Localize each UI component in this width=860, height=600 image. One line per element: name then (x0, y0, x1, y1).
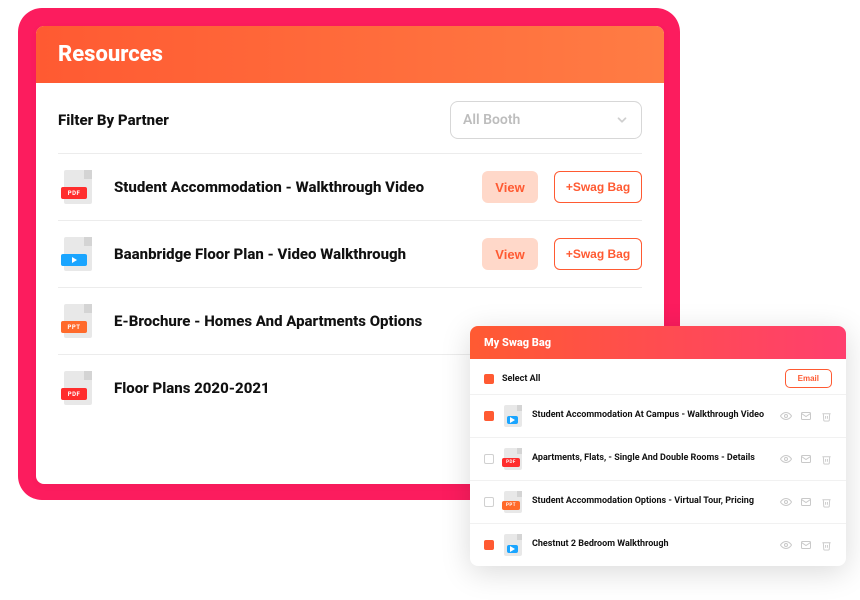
resource-row: PDF Student Accommodation - Walkthrough … (36, 154, 664, 220)
delete-icon[interactable] (820, 453, 832, 465)
swag-item-title: Apartments, Flats, - Single And Double R… (532, 453, 770, 465)
pdf-file-icon: PDF (64, 371, 92, 405)
ppt-file-icon: PPT (64, 304, 92, 338)
delete-icon[interactable] (820, 496, 832, 508)
email-icon[interactable] (800, 496, 812, 508)
delete-icon[interactable] (820, 410, 832, 422)
swag-item-title: Student Accommodation Options - Virtual … (532, 496, 770, 508)
item-checkbox[interactable] (484, 497, 494, 507)
video-file-icon (504, 405, 522, 427)
view-icon[interactable] (780, 539, 792, 551)
ppt-file-icon: PPT (504, 491, 522, 513)
resource-title: Student Accommodation - Walkthrough Vide… (114, 177, 466, 197)
view-button[interactable]: View (482, 238, 538, 270)
item-checkbox[interactable] (484, 540, 494, 550)
swag-item-title: Student Accommodation At Campus - Walkth… (532, 410, 770, 422)
swag-item-row: Chestnut 2 Bedroom Walkthrough (470, 523, 846, 566)
pdf-file-icon: PDF (64, 170, 92, 204)
resources-header: Resources (36, 26, 664, 83)
view-button[interactable]: View (482, 171, 538, 203)
view-icon[interactable] (780, 410, 792, 422)
view-icon[interactable] (780, 496, 792, 508)
email-icon[interactable] (800, 453, 812, 465)
chevron-down-icon (615, 113, 629, 127)
filter-label: Filter By Partner (58, 111, 169, 129)
add-swag-bag-button[interactable]: +Swag Bag (554, 171, 642, 203)
swag-item-actions (780, 539, 832, 551)
pdf-file-icon: PDF (504, 448, 522, 470)
resource-title: Baanbridge Floor Plan - Video Walkthroug… (114, 244, 466, 264)
swag-item-row: Student Accommodation At Campus - Walkth… (470, 394, 846, 437)
video-file-icon (64, 237, 92, 271)
filter-row: Filter By Partner All Booth (36, 83, 664, 153)
email-icon[interactable] (800, 410, 812, 422)
add-swag-bag-button[interactable]: +Swag Bag (554, 238, 642, 270)
swag-item-row: PDF Apartments, Flats, - Single And Doub… (470, 437, 846, 480)
swag-bag-header: My Swag Bag (470, 326, 846, 359)
item-checkbox[interactable] (484, 411, 494, 421)
view-icon[interactable] (780, 453, 792, 465)
booth-dropdown-value: All Booth (463, 112, 520, 128)
select-all[interactable]: Select All (484, 374, 540, 384)
booth-dropdown[interactable]: All Booth (450, 101, 642, 139)
email-button[interactable]: Email (785, 369, 832, 388)
swag-bag-panel: My Swag Bag Select All Email Student Acc… (470, 326, 846, 566)
swag-bag-toolbar: Select All Email (470, 359, 846, 394)
resource-row: Baanbridge Floor Plan - Video Walkthroug… (36, 221, 664, 287)
swag-item-actions (780, 410, 832, 422)
select-all-label: Select All (502, 374, 540, 384)
swag-item-actions (780, 496, 832, 508)
item-checkbox[interactable] (484, 454, 494, 464)
swag-item-actions (780, 453, 832, 465)
swag-item-title: Chestnut 2 Bedroom Walkthrough (532, 539, 770, 551)
swag-item-row: PPT Student Accommodation Options - Virt… (470, 480, 846, 523)
select-all-checkbox[interactable] (484, 374, 494, 384)
delete-icon[interactable] (820, 539, 832, 551)
email-icon[interactable] (800, 539, 812, 551)
video-file-icon (504, 534, 522, 556)
